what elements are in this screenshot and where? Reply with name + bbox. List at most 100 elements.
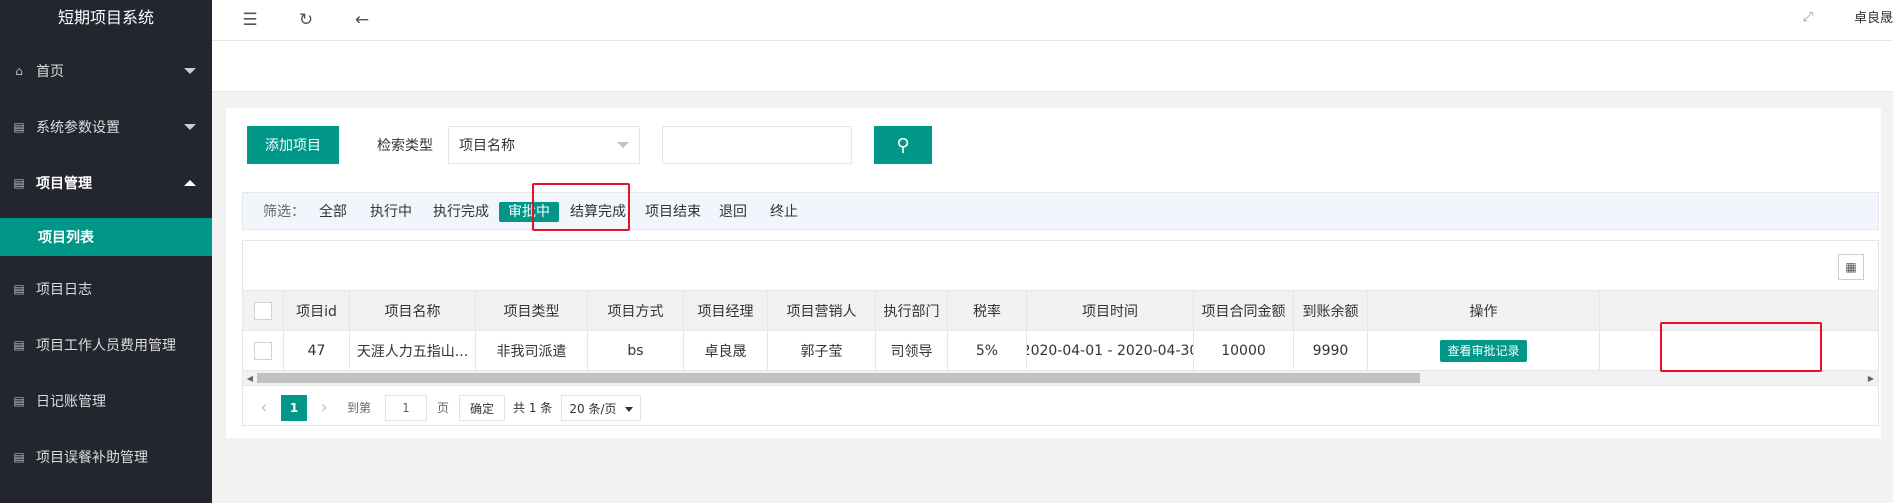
header-cell[interactable]: 项目类型 <box>476 291 588 331</box>
refresh-icon[interactable]: ↻ <box>294 8 318 32</box>
sidebar-item-journal[interactable]: ▤ 日记账管理 <box>0 376 212 426</box>
table-cell: 卓良晟 <box>684 331 768 371</box>
table-cell: 47 <box>284 331 350 371</box>
filter-project-ended[interactable]: 项目结束 <box>645 193 701 231</box>
sidebar-subitem-project-list[interactable]: 项目列表 <box>0 218 212 256</box>
doc-icon: ▤ <box>13 338 25 352</box>
header-cell[interactable]: 税率 <box>948 291 1027 331</box>
sidebar-item-meal-allowance[interactable]: ▤ 项目误餐补助管理 <box>0 432 212 482</box>
table-toolbar: ▦ <box>243 241 1878 291</box>
doc-icon: ▤ <box>13 176 25 190</box>
filter-executed[interactable]: 执行完成 <box>433 193 489 231</box>
page-unit-label: 页 <box>437 401 450 415</box>
chevron-down-icon <box>184 68 196 74</box>
app-title: 短期项目系统 <box>57 8 154 27</box>
table-cell: 司领导 <box>876 331 948 371</box>
sidebar-item-staff-expense[interactable]: ▤ 项目工作人员费用管理 <box>0 320 212 370</box>
page-1-button[interactable]: 1 <box>281 395 307 421</box>
add-project-button[interactable]: 添加项目 <box>247 126 339 164</box>
header-cell[interactable]: 执行部门 <box>876 291 948 331</box>
search-type-value: 项目名称 <box>459 138 515 154</box>
doc-icon: ▤ <box>13 282 25 296</box>
table-cell: 郭子莹 <box>768 331 876 371</box>
doc-icon: ▤ <box>13 120 25 134</box>
search-type-label: 检索类型 <box>377 138 433 154</box>
main-card: 添加项目 检索类型 项目名称 ⚲ 筛选： 全部 执行中 执行完成 审批中 结算完… <box>226 108 1881 438</box>
header-cell[interactable]: 项目id <box>284 291 350 331</box>
filter-label: 筛选： <box>263 204 305 220</box>
action-cell: 查看审批记录 <box>1368 331 1600 371</box>
horizontal-scrollbar[interactable]: ◀ ▶ <box>243 371 1878 385</box>
doc-icon: ▤ <box>13 394 25 408</box>
chevron-down-icon <box>624 407 633 412</box>
columns-filter-icon[interactable]: ▦ <box>1838 254 1864 280</box>
sidebar-item-home[interactable]: ⌂ 首页 <box>0 46 212 96</box>
header-cell[interactable]: 项目方式 <box>588 291 684 331</box>
search-button[interactable]: ⚲ <box>874 126 932 164</box>
table-cell: 5% <box>948 331 1027 371</box>
scroll-thumb[interactable] <box>257 373 1420 383</box>
filter-approving[interactable]: 审批中 <box>499 202 559 222</box>
table-cell: bs <box>588 331 684 371</box>
header-checkbox-cell <box>243 291 284 331</box>
sidebar-item-label: 项目管理 <box>36 176 92 192</box>
sidebar-item-project-log[interactable]: ▤ 项目日志 <box>0 264 212 314</box>
select-all-checkbox[interactable] <box>254 302 272 320</box>
scroll-right-icon[interactable]: ▶ <box>1864 371 1878 385</box>
user-name[interactable]: 卓良晟 <box>1854 0 1893 40</box>
goto-page-input[interactable] <box>385 395 427 421</box>
sidebar-item-label: 项目工作人员费用管理 <box>36 338 176 354</box>
filter-settled[interactable]: 结算完成 <box>570 193 626 231</box>
sidebar-item-label: 系统参数设置 <box>36 120 120 136</box>
filter-all[interactable]: 全部 <box>319 193 347 231</box>
header-cell[interactable]: 项目经理 <box>684 291 768 331</box>
goto-confirm-button[interactable]: 确定 <box>459 395 505 421</box>
search-icon: ⚲ <box>896 134 910 156</box>
table-cell: 10000 <box>1194 331 1294 371</box>
pagination: ‹ 1 › 到第 页 确定 共 1 条 20 条/页 <box>243 385 1878 427</box>
sidebar: 短期项目系统 ⌂ 首页 ▤ 系统参数设置 ▤ 项目管理 项目列表 ▤ 项目日志 … <box>0 0 212 503</box>
search-type-select[interactable]: 项目名称 <box>448 126 640 164</box>
fullscreen-icon[interactable]: ⤢ <box>1803 10 1813 25</box>
sidebar-item-project-management[interactable]: ▤ 项目管理 <box>0 158 212 208</box>
row-checkbox[interactable] <box>254 342 272 360</box>
total-count: 共 1 条 <box>513 401 553 415</box>
table-row: 47 天涯人力五指山... 非我司派遣 bs 卓良晟 郭子莹 司领导 5% 20… <box>243 331 1878 371</box>
search-input[interactable] <box>662 126 852 164</box>
header-cell: 操作 <box>1368 291 1600 331</box>
filter-terminated[interactable]: 终止 <box>770 193 798 231</box>
sidebar-item-label: 日记账管理 <box>36 394 106 410</box>
chevron-down-icon <box>184 124 196 130</box>
row-checkbox-cell <box>243 331 284 371</box>
sidebar-item-label: 首页 <box>36 64 64 80</box>
prev-page-icon[interactable]: ‹ <box>251 395 277 421</box>
goto-label: 到第 <box>347 401 372 415</box>
header-cell[interactable]: 到账余额 <box>1294 291 1368 331</box>
chevron-up-icon <box>184 180 196 186</box>
doc-icon: ▤ <box>13 450 25 464</box>
table-cell: 非我司派遣 <box>476 331 588 371</box>
scroll-left-icon[interactable]: ◀ <box>243 371 257 385</box>
chevron-down-icon <box>617 142 629 148</box>
table-header: 项目id 项目名称 项目类型 项目方式 项目经理 项目营销人 执行部门 税率 项… <box>243 291 1878 331</box>
filter-executing[interactable]: 执行中 <box>370 193 412 231</box>
header-cell[interactable]: 项目营销人 <box>768 291 876 331</box>
header-cell[interactable]: 项目时间 <box>1027 291 1194 331</box>
table-cell: 9990 <box>1294 331 1368 371</box>
page-size-select[interactable]: 20 条/页 <box>561 395 641 421</box>
sidebar-item-system-params[interactable]: ▤ 系统参数设置 <box>0 102 212 152</box>
back-arrow-icon[interactable]: ← <box>350 8 374 32</box>
tab-bar <box>212 40 1893 92</box>
filter-bar: 筛选： 全部 执行中 执行完成 审批中 结算完成 项目结束 退回 终止 <box>242 192 1879 230</box>
view-approval-record-button[interactable]: 查看审批记录 <box>1440 340 1527 362</box>
page-size-value: 20 条/页 <box>569 402 617 416</box>
next-page-icon[interactable]: › <box>311 395 337 421</box>
menu-toggle-icon[interactable]: ☰ <box>238 8 262 32</box>
header-cell[interactable]: 项目合同金额 <box>1194 291 1294 331</box>
header-cell[interactable]: 项目名称 <box>350 291 476 331</box>
table-cell: 2020-04-01 - 2020-04-30 <box>1027 331 1194 371</box>
project-table: ▦ 项目id 项目名称 项目类型 项目方式 项目经理 项目营销人 执行部门 税率… <box>242 240 1879 426</box>
home-icon: ⌂ <box>15 64 23 78</box>
sidebar-item-label: 项目日志 <box>36 282 92 298</box>
filter-returned[interactable]: 退回 <box>719 193 747 231</box>
